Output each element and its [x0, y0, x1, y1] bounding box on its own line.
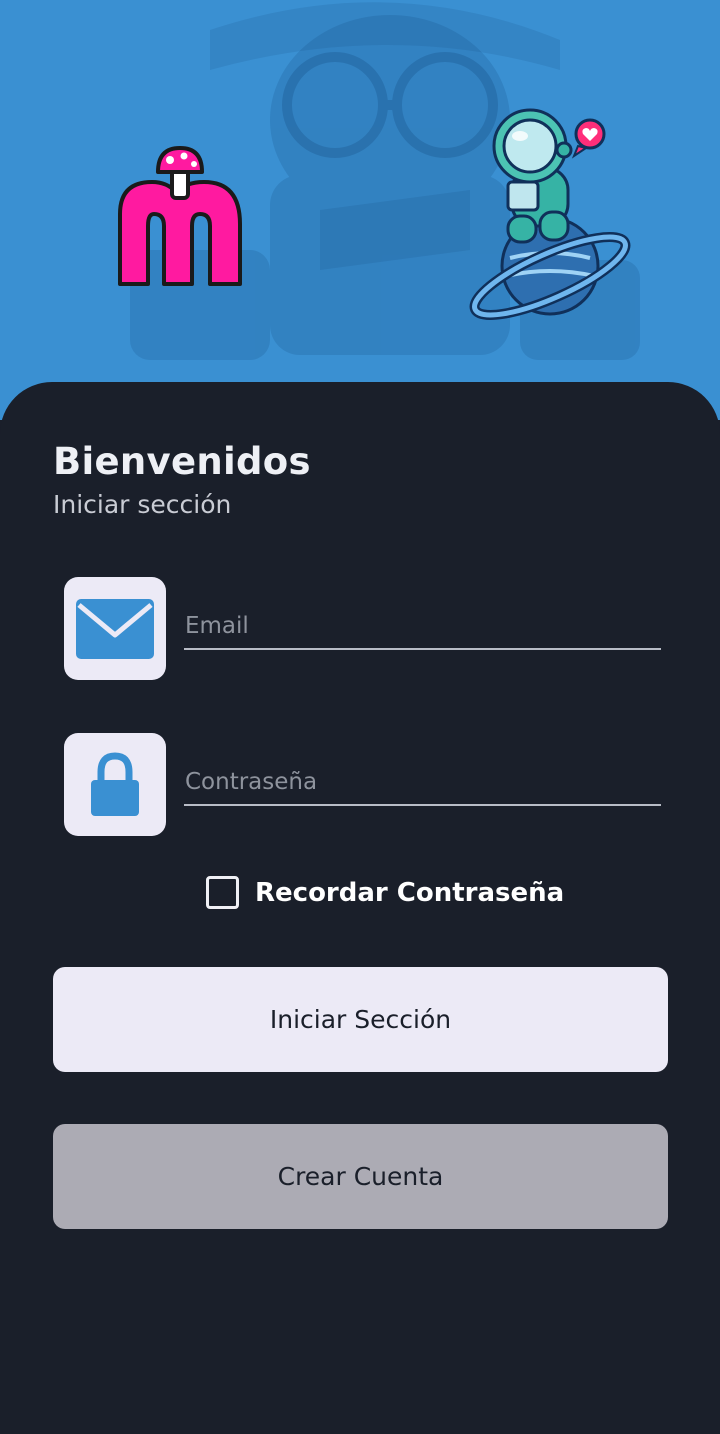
- welcome-subtitle: Iniciar sección: [53, 490, 232, 519]
- password-field-icon-box: [64, 733, 166, 836]
- remember-password-label: Recordar Contraseña: [255, 877, 565, 908]
- create-account-button[interactable]: Crear Cuenta: [53, 1124, 668, 1229]
- envelope-icon: [76, 598, 154, 659]
- login-button[interactable]: Iniciar Sección: [53, 967, 668, 1072]
- astronaut-on-planet-mascot: [469, 108, 631, 320]
- email-field[interactable]: [184, 610, 661, 650]
- m-mushroom-logo: [118, 146, 242, 286]
- remember-password-checkbox[interactable]: [206, 876, 239, 909]
- password-field[interactable]: [184, 766, 661, 806]
- remember-password-row[interactable]: Recordar Contraseña: [206, 876, 564, 909]
- lock-icon: [91, 751, 139, 816]
- heart-bubble-icon: [571, 118, 606, 159]
- email-field-icon-box: [64, 577, 166, 680]
- hero-header: [0, 0, 720, 420]
- welcome-title: Bienvenidos: [53, 440, 311, 483]
